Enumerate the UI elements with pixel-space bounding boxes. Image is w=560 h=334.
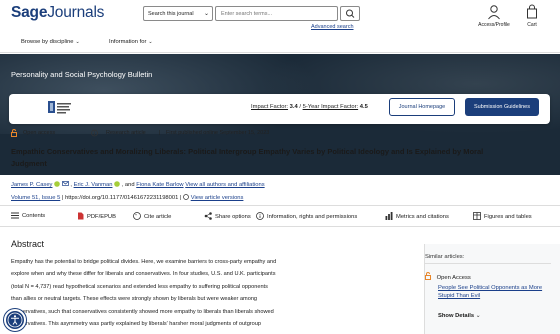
contents-button[interactable]: Contents — [11, 212, 45, 219]
meta-divider: | — [159, 130, 161, 136]
nav-information-for[interactable]: Information for ⌄ — [109, 39, 153, 45]
chevron-down-icon: ⌄ — [475, 313, 481, 319]
email-icon[interactable] — [61, 181, 69, 186]
article-versions-link[interactable]: View article versions — [191, 195, 244, 201]
article-type: Research article — [106, 130, 146, 136]
abstract-line: conservatives, such that conservatives c… — [11, 308, 274, 315]
svg-text:": " — [135, 214, 137, 220]
figures-tables-button[interactable]: Figures and tables — [473, 212, 532, 220]
toolbar-label: PDF/EPUB — [87, 214, 116, 220]
submission-guidelines-button[interactable]: Submission Guidelines — [465, 98, 539, 116]
abstract-line: (total N = 4,737) read hypothetical scen… — [11, 283, 268, 290]
search-input[interactable] — [215, 6, 338, 21]
abstract-line: Empathy has the potential to bridge poli… — [11, 259, 277, 265]
journal-title[interactable]: Personality and Social Psychology Bullet… — [11, 70, 152, 79]
impact-factor-label[interactable]: Impact Factor: — [251, 104, 288, 110]
impact-factor: Impact Factor: 3.4 / 5-Year Impact Facto… — [251, 104, 368, 110]
orcid-icon[interactable] — [114, 181, 120, 187]
metrics-citations-button[interactable]: Metrics and citations — [385, 212, 449, 220]
doi[interactable]: https://doi.org/10.1177/0146167223119800… — [65, 195, 178, 201]
toolbar-label: Metrics and citations — [396, 214, 449, 220]
cart-button[interactable]: Cart — [520, 4, 544, 28]
chevron-down-icon: ⌄ — [148, 39, 153, 45]
orcid-icon[interactable] — [54, 181, 60, 187]
similar-open-access: Open Access — [425, 272, 471, 281]
list-icon — [11, 212, 19, 219]
nav-label: Information for — [109, 39, 147, 45]
volume-issue-link[interactable]: Volume 51, Issue 5 — [11, 195, 60, 201]
sage-journals-logo[interactable]: SageJournals — [11, 4, 104, 22]
accessibility-icon — [7, 312, 23, 328]
info-icon — [256, 212, 264, 220]
author-link[interactable]: Fiona Kate Barlow — [136, 182, 183, 188]
cite-article-button[interactable]: " Cite article — [133, 212, 171, 220]
journal-cover-logo[interactable] — [45, 98, 79, 120]
toolbar-label: Contents — [22, 213, 46, 219]
share-icon — [204, 212, 212, 220]
journal-homepage-button[interactable]: Journal Homepage — [389, 98, 455, 116]
share-options-button[interactable]: Share options — [204, 212, 251, 220]
quote-icon: " — [133, 212, 141, 220]
advanced-search-link[interactable]: Advanced search — [311, 24, 354, 30]
similar-articles-heading: Similar articles: — [425, 254, 465, 260]
abstract-line: conservatives. This asymmetry was partly… — [11, 321, 261, 328]
table-icon — [473, 212, 481, 220]
author-link[interactable]: Eric J. Vanman — [74, 182, 113, 188]
author-link[interactable]: James P. Casey — [11, 182, 52, 188]
logo-sub: Journals — [47, 4, 105, 21]
abstract-body: Empathy has the potential to bridge poli… — [11, 256, 371, 330]
similar-articles-panel: Similar articles: Open Access People See… — [424, 244, 560, 334]
five-year-impact-label[interactable]: 5-Year Impact Factor: — [303, 104, 359, 110]
search-scope-select[interactable]: Search this journal ⌄ — [143, 6, 213, 21]
chevron-down-icon: ⌄ — [75, 39, 80, 45]
chevron-down-icon: ⌄ — [203, 11, 209, 17]
pdf-icon — [78, 212, 84, 220]
similar-article-link[interactable]: People See Political Opponents as More S… — [438, 284, 558, 300]
article-type-icon — [91, 129, 98, 139]
nav-label: Browse by discipline — [21, 39, 74, 45]
account-button[interactable]: Access/Profile — [474, 4, 514, 28]
accessibility-button[interactable] — [4, 309, 26, 331]
search-icon — [346, 9, 355, 18]
cart-icon — [527, 4, 537, 19]
article-title: Empathic Conservatives and Moralizing Li… — [11, 147, 484, 168]
open-access-lock-icon — [425, 272, 431, 280]
account-label: Access/Profile — [478, 22, 510, 28]
five-year-impact-value: 4.5 — [359, 104, 368, 110]
authors-and: , and — [121, 182, 135, 188]
search-scope-label: Search this journal — [148, 11, 194, 17]
abstract-line: than allies or neutral targets. These ef… — [11, 296, 258, 303]
abstract-heading: Abstract — [11, 239, 45, 249]
top-header: SageJournals Search this journal ⌄ Advan… — [0, 0, 560, 34]
open-access-lock-icon — [11, 129, 17, 139]
toolbar-label: Share options — [215, 214, 251, 220]
access-label: Open access — [23, 130, 56, 136]
information-rights-button[interactable]: Information, rights and permissions — [256, 212, 357, 220]
author-list: James P. Casey , Eric J. Vanman , and Fi… — [11, 181, 265, 188]
main-nav: Browse by discipline ⌄ Information for ⌄ — [0, 34, 560, 53]
pdf-epub-button[interactable]: PDF/EPUB — [77, 212, 116, 220]
toolbar-label: Cite article — [144, 214, 172, 220]
all-authors-link[interactable]: View all authors and affiliations — [185, 182, 264, 188]
volume-line: Volume 51, Issue 5 | https://doi.org/10.… — [11, 194, 244, 201]
show-details-label: Show Details — [438, 313, 475, 319]
nav-browse-by-discipline[interactable]: Browse by discipline ⌄ — [21, 39, 80, 45]
user-icon — [488, 5, 500, 20]
similar-access-label: Open Access — [436, 275, 471, 281]
toolbar-label: Figures and tables — [484, 214, 532, 220]
abstract-line: explore when and why these differ for li… — [11, 271, 276, 278]
bar-chart-icon — [385, 212, 393, 220]
published-date: First published online September 15, 202… — [166, 130, 270, 136]
article-toolbar: Contents PDF/EPUB " Cite article Share op… — [0, 205, 560, 227]
toolbar-label: Information, rights and permissions — [267, 214, 358, 220]
logo-brand: Sage — [11, 4, 48, 21]
cart-label: Cart — [527, 22, 537, 28]
search-button[interactable] — [340, 6, 360, 21]
impact-factor-value: 3.4 — [289, 104, 298, 110]
versions-icon — [183, 194, 189, 200]
show-details-button[interactable]: Show Details ⌄ — [438, 313, 481, 319]
